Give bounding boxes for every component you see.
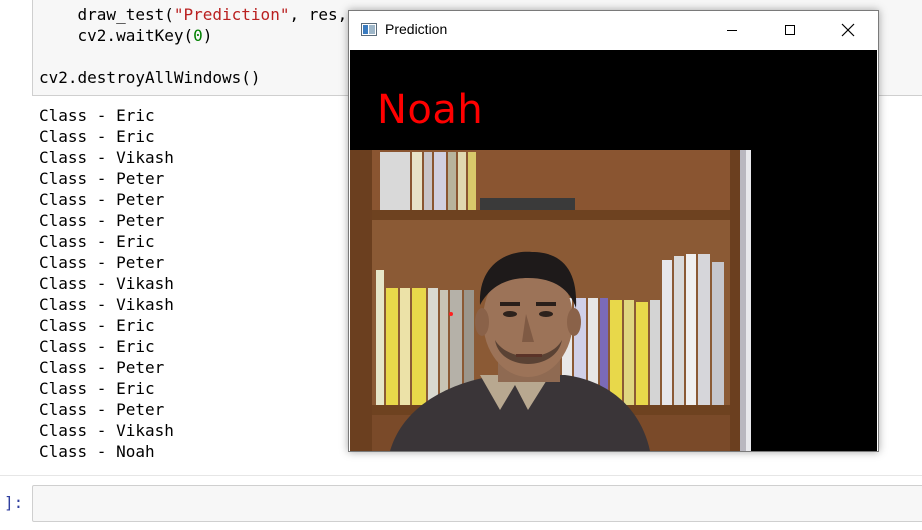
close-icon (841, 23, 855, 37)
code-line: draw_test("Prediction", res, (39, 5, 357, 24)
output-line: Class - Peter (39, 190, 165, 209)
maximize-button[interactable] (767, 11, 813, 49)
output-line: Class - Peter (39, 253, 165, 272)
output-line: Class - Peter (39, 400, 165, 419)
cell-divider (0, 475, 922, 476)
minimize-button[interactable] (709, 11, 755, 49)
output-line: Class - Vikash (39, 421, 174, 440)
prediction-window[interactable]: Prediction Noah (348, 10, 879, 452)
code-line: cv2.destroyAllWindows() (39, 68, 261, 87)
output-line: Class - Vikash (39, 295, 174, 314)
window-titlebar[interactable]: Prediction (349, 11, 878, 49)
output-line: Class - Eric (39, 316, 155, 335)
app-icon (361, 23, 377, 36)
output-line: Class - Peter (39, 358, 165, 377)
output-line: Class - Peter (39, 169, 165, 188)
output-line: Class - Eric (39, 127, 155, 146)
input-prompt: ]: (4, 493, 24, 512)
prediction-label: Noah (377, 87, 484, 133)
cell-output: Class - Eric Class - Eric Class - Vikash… (39, 105, 359, 462)
output-line: Class - Peter (39, 211, 165, 230)
minimize-icon (727, 30, 737, 31)
output-line: Class - Eric (39, 379, 155, 398)
output-line: Class - Eric (39, 337, 155, 356)
output-line: Class - Eric (39, 232, 155, 251)
output-line: Class - Eric (39, 106, 155, 125)
screen: { "notebook": { "code_lines": [ {"pre": … (0, 0, 922, 530)
output-line: Class - Vikash (39, 148, 174, 167)
window-title: Prediction (385, 21, 448, 37)
maximize-icon (785, 25, 795, 35)
code-line: cv2.waitKey(0) (39, 26, 213, 45)
empty-code-cell[interactable] (32, 485, 922, 522)
close-button[interactable] (825, 11, 871, 49)
face-photo (350, 150, 751, 451)
output-line: Class - Vikash (39, 274, 174, 293)
output-line: Class - Noah (39, 442, 155, 461)
image-canvas: Noah (350, 50, 877, 451)
